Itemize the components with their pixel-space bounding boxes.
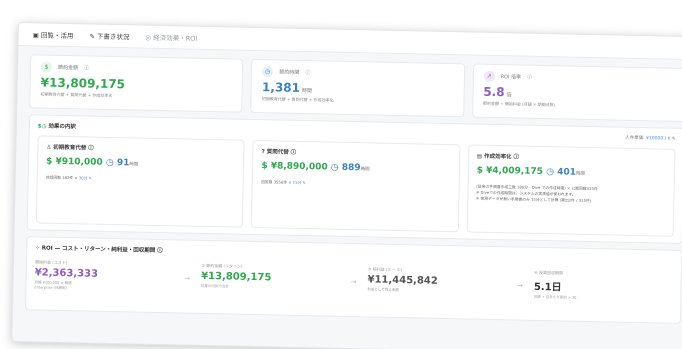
kpi-savings-card: $ 節約金額 ⓘ ¥13,809,175 初期教育代替 + 質問代替 + 作成効… [29, 54, 244, 113]
tab-label: 経済効果・ROI [153, 33, 198, 43]
dashboard-panel: ▣ 回覧・活用 ✎ 下書き状況 ◎ 経済効果・ROI $ 節約金額 ⓘ ¥13,… [11, 22, 682, 349]
effects-title: $◷ 効果の内訳 [37, 123, 76, 131]
tab-label: 下書き状況 [96, 32, 130, 42]
roi-row: 開始料金 (コスト) ¥2,363,333 月額 ¥100,000 × 期間 En… [34, 259, 673, 304]
kpi-value: ¥13,809,175 [40, 75, 126, 92]
effects-section: $◷ 効果の内訳 人件単価: ¥10000 / h ✎ ♙ 初期教育代替 ⓘ $… [26, 114, 682, 244]
page-stage: ▣ 回覧・活用 ✎ 下書き状況 ◎ 経済効果・ROI $ 節約金額 ⓘ ¥13,… [0, 0, 682, 349]
person-icon: ♙ [46, 144, 52, 151]
tab-roi[interactable]: ◎ 経済効果・ROI [145, 32, 197, 43]
question-icon: ? [261, 149, 265, 156]
tab-view-usage[interactable]: ▣ 回覧・活用 [33, 29, 74, 40]
kpi-label: 節約金額 [57, 64, 79, 72]
roi-net-profit: ③ 純利益 (② − ①) ¥11,445,842 利益として残る金額 [367, 266, 438, 293]
kpi-sub: 初期教育代替 + 質問代替 + 作成効率化 [261, 96, 334, 103]
kpi-time-card: ◷ 節約時間 ⓘ 1,381 時間 初期教育代替 + 質問代替 + 作成効率化 [250, 58, 465, 118]
effect-card-training: ♙ 初期教育代替 ⓘ $ ¥910,000 ◷ 91時間 対話回数 182件 ×… [35, 135, 245, 228]
kpi-sub: 節約金額 ÷ 開始料金 (月額 × 期間月数) [483, 100, 556, 108]
kpi-row: $ 節約金額 ⓘ ¥13,809,175 初期教育代替 + 質問代替 + 作成効… [17, 46, 682, 122]
roi-return: ② 節約金額 (リターン) ¥13,809,175 効果の内訳の合計 [200, 262, 272, 289]
info-icon: ⓘ [305, 70, 311, 77]
roi-cost: 開始料金 (コスト) ¥2,363,333 月額 ¥100,000 × 期間 En… [34, 259, 99, 291]
yen-circle-icon: $ [40, 61, 53, 73]
arrow-icon: → [184, 274, 191, 283]
arrow-icon: → [350, 278, 357, 287]
tab-draft-status[interactable]: ✎ 下書き状況 [89, 31, 130, 42]
document-icon: ▤ [476, 153, 483, 160]
edit-link[interactable]: 15分 [293, 180, 302, 185]
info-icon: ⓘ [83, 65, 90, 72]
kpi-value: 5.8 倍 [483, 84, 512, 100]
kpi-label: 節約時間 [279, 69, 300, 76]
clock-icon: ◷ [262, 66, 274, 78]
effect-card-efficiency: ▤ 作成効率化 ⓘ $ ¥4,009,175 ◷ 401時間 (従来の手順書作成… [466, 144, 676, 237]
info-icon: ⓘ [527, 74, 533, 81]
kpi-value: 1,381 時間 [261, 80, 312, 95]
kpi-sub: 初期教育代替 + 質問代替 + 作成効率化 [40, 91, 113, 98]
kpi-label: ROI 倍率 [500, 74, 522, 81]
effect-card-questions: ? 質問代替 ⓘ $ ¥8,890,000 ◷ 889時間 回答数 3556件 … [251, 139, 461, 233]
arrow-icon: → [517, 281, 524, 290]
roi-payback: ④ 投資回収期間 5.1日 月額 ÷ 日あたり節約 × 30 [533, 269, 577, 300]
rate-setting[interactable]: 人件単価: ¥10000 / h ✎ [625, 135, 676, 142]
kpi-roi-card: ↗ ROI 倍率 ⓘ 5.8 倍 節約金額 ÷ 開始料金 (月額 × 期間月数) [471, 63, 682, 122]
roi-title: ✧ ROI — コスト・リターン・純利益・回収期間 ⓘ [35, 245, 163, 255]
trend-up-icon: ↗ [483, 70, 495, 82]
roi-section: ✧ ROI — コスト・リターン・純利益・回収期間 ⓘ 開始料金 (コスト) ¥… [24, 236, 682, 324]
effects-grid: ♙ 初期教育代替 ⓘ $ ¥910,000 ◷ 91時間 対話回数 182件 ×… [35, 135, 676, 237]
tab-label: 回覧・活用 [40, 31, 74, 41]
edit-link[interactable]: 30分 [79, 175, 88, 180]
